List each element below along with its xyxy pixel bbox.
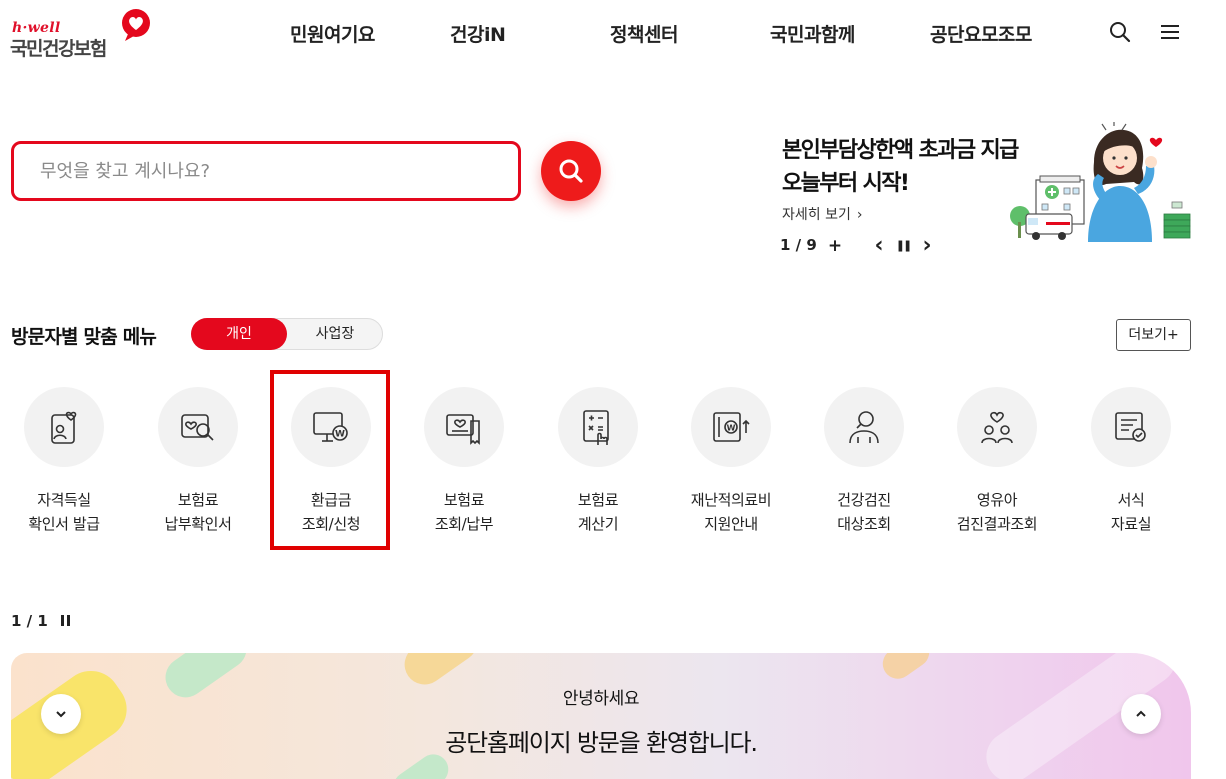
- form-check-icon: [1115, 412, 1146, 442]
- person-search-icon: [849, 411, 879, 444]
- section-title-custom-menu: 방문자별 맞춤 메뉴: [11, 326, 157, 348]
- quick-menu-premium-inquiry-payment[interactable]: 보험료 조회/납부: [404, 386, 524, 546]
- quick-menu-label: 보험료 조회/납부: [434, 491, 494, 533]
- quick-menu-forms-library[interactable]: 서식 자료실: [1071, 386, 1191, 546]
- wallet-won-arrow-icon: W: [713, 412, 750, 442]
- promo-counter: 1 / 9: [780, 236, 817, 254]
- tab-individual[interactable]: 개인: [191, 318, 287, 350]
- svg-text:W: W: [335, 430, 345, 440]
- icon-circle: [558, 387, 638, 467]
- tab-business[interactable]: 사업장: [287, 318, 383, 350]
- promo-title[interactable]: 본인부담상한액 초과금 지급 오늘부터 시작!: [782, 134, 1019, 200]
- icon-circle: [957, 387, 1037, 467]
- monitor-won-icon: W: [313, 412, 348, 442]
- nav-item-health-in[interactable]: 건강iN: [450, 20, 506, 47]
- nav-item-with-people[interactable]: 국민과함께: [770, 20, 855, 47]
- pause-icon[interactable]: [58, 612, 74, 630]
- promo-pause-button[interactable]: ❚❚: [894, 236, 912, 256]
- quick-menu-label: 서식 자료실: [1110, 491, 1152, 533]
- quick-menu-label: 영유아 검진결과조회: [956, 491, 1038, 533]
- promo-more-link[interactable]: 자세히 보기 ›: [782, 204, 862, 224]
- quick-menu-page-indicator: 1 / 1: [11, 612, 48, 630]
- icon-circle: [824, 387, 904, 467]
- quick-menu-catastrophic-medical-support[interactable]: W 재난적의료비 지원안내: [671, 386, 791, 546]
- quick-menu-premium-payment-certificate[interactable]: 보험료 납부확인서: [138, 386, 258, 546]
- quick-menu-refund-inquiry[interactable]: W 환급금 조회/신청: [271, 386, 391, 546]
- hamburger-menu-icon[interactable]: [1158, 20, 1182, 44]
- quick-menu-qualification-certificate[interactable]: 자격득실 확인서 발급: [4, 386, 124, 546]
- quick-menu-label: 건강검진 대상조회: [837, 491, 891, 533]
- quick-menu-infant-checkup-results[interactable]: 영유아 검진결과조회: [937, 386, 1057, 546]
- global-nav: 민원여기요 건강iN 정책센터 국민과함께 공단요모조모: [0, 20, 1226, 48]
- icon-circle: [158, 387, 238, 467]
- promo-illustration: [1010, 122, 1191, 242]
- promo-plus-button[interactable]: +: [826, 236, 844, 256]
- family-heart-icon: [981, 411, 1013, 444]
- icon-circle: [24, 387, 104, 467]
- calculator-hand-icon: [583, 410, 609, 445]
- banner-collapse-button[interactable]: [41, 694, 81, 734]
- welcome-banner: 안녕하세요 공단홈페이지 방문을 환영합니다.: [11, 653, 1191, 779]
- promo-prev-button[interactable]: ‹: [870, 235, 888, 257]
- welcome-greeting: 안녕하세요: [562, 689, 640, 709]
- search-icon[interactable]: [1108, 20, 1132, 44]
- nav-item-policy-center[interactable]: 정책센터: [610, 20, 678, 47]
- icon-circle: [1091, 387, 1171, 467]
- quick-menu-health-checkup-eligibility[interactable]: 건강검진 대상조회: [804, 386, 924, 546]
- quick-menu-label: 재난적의료비 지원안내: [690, 491, 772, 533]
- banner-expand-button[interactable]: [1121, 694, 1161, 734]
- visitor-type-toggle: 개인 사업장: [191, 318, 383, 350]
- quick-menu-label: 보험료 납부확인서: [164, 491, 232, 533]
- quick-menu-premium-calculator[interactable]: 보험료 계산기: [538, 386, 658, 546]
- nav-item-civil-service[interactable]: 민원여기요: [290, 20, 375, 47]
- search-input[interactable]: [40, 156, 490, 186]
- quick-menu-label: 환급금 조회/신청: [301, 491, 361, 533]
- icon-circle: [424, 387, 504, 467]
- more-button[interactable]: 더보기+: [1116, 319, 1191, 351]
- document-search-icon: [181, 414, 214, 441]
- search-submit-button[interactable]: [541, 141, 601, 201]
- quick-menu-label: 자격득실 확인서 발급: [28, 491, 100, 533]
- search-icon: [559, 159, 583, 183]
- decor-shape: [876, 653, 936, 685]
- nav-item-about[interactable]: 공단요모조모: [930, 20, 1032, 47]
- icon-circle: W: [291, 387, 371, 467]
- svg-text:W: W: [727, 424, 736, 433]
- chevron-right-icon: ›: [856, 207, 863, 223]
- icon-circle: W: [691, 387, 771, 467]
- welcome-message: 공단홈페이지 방문을 환영합니다.: [445, 729, 758, 757]
- promo-next-button[interactable]: ›: [918, 235, 936, 257]
- quick-menu-label: 보험료 계산기: [577, 491, 619, 533]
- chevron-down-icon: [56, 711, 66, 718]
- chevron-up-icon: [1136, 710, 1146, 717]
- search-box: [11, 141, 521, 201]
- bill-heart-icon: [446, 414, 480, 445]
- id-card-heart-icon: [51, 411, 77, 444]
